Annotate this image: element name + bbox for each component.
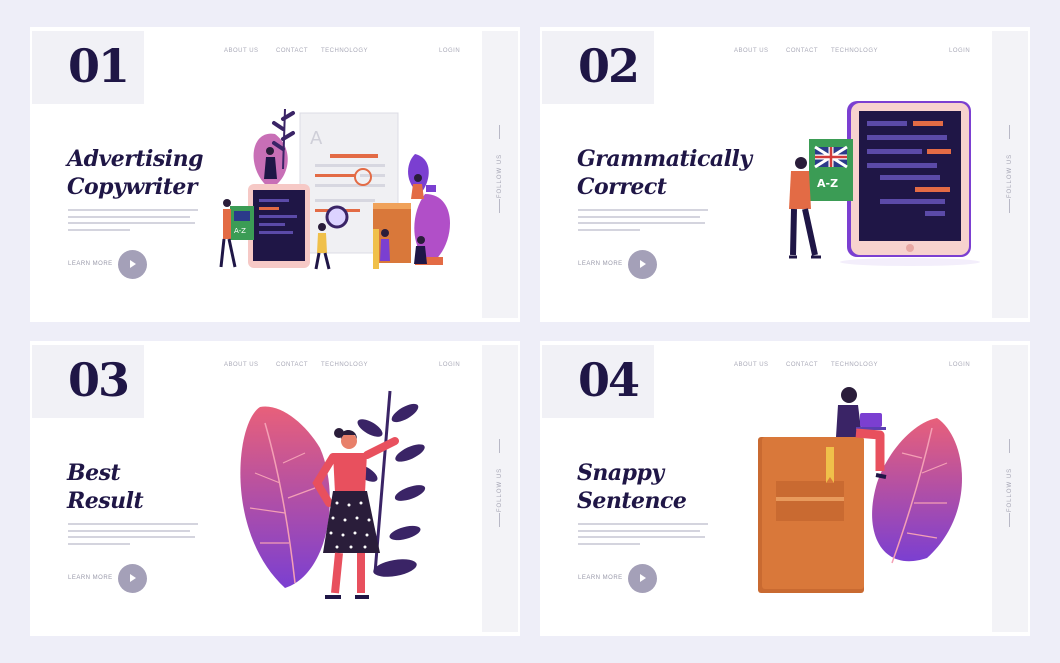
card-number: 02	[578, 39, 640, 93]
play-button[interactable]	[628, 564, 657, 593]
dictionary-label: A-Z	[817, 177, 838, 190]
title-line: Snappy	[577, 460, 664, 486]
title-line: Sentence	[577, 488, 687, 514]
divider	[499, 513, 500, 527]
follow-us-link[interactable]: FOLLOW US	[1007, 154, 1013, 198]
number-box: 04	[542, 345, 654, 418]
snappy-sentence-illustration	[752, 383, 977, 598]
landing-card-advertising-copywriter: 01 ABOUT US CONTACT TECHNOLOGY LOGIN FOL…	[30, 27, 520, 322]
title-line: Result	[67, 488, 144, 514]
document-letter: A	[310, 128, 323, 149]
grammar-tablet-illustration: A-Z	[785, 97, 980, 302]
page-title: Grammatically Correct	[577, 145, 752, 201]
play-button[interactable]	[118, 250, 147, 279]
title-line: Correct	[577, 174, 667, 200]
follow-us-link[interactable]: FOLLOW US	[497, 468, 503, 512]
landing-card-snappy-sentence: 04 ABOUT US CONTACT TECHNOLOGY LOGIN FOL…	[540, 341, 1030, 636]
social-sidebar: FOLLOW US	[992, 31, 1028, 318]
placeholder-text	[68, 523, 198, 549]
learn-more-link[interactable]: LEARN MORE	[68, 261, 113, 267]
nav-technology[interactable]: TECHNOLOGY	[831, 362, 878, 368]
number-box: 03	[32, 345, 144, 418]
dictionary-label: A-Z	[234, 227, 246, 235]
title-line: Advertising	[67, 146, 203, 172]
nav-about-us[interactable]: ABOUT US	[734, 48, 769, 54]
number-box: 01	[32, 31, 144, 104]
card-number: 04	[578, 353, 640, 407]
divider	[499, 199, 500, 213]
nav-about-us[interactable]: ABOUT US	[734, 362, 769, 368]
social-sidebar: FOLLOW US	[992, 345, 1028, 632]
nav-technology[interactable]: TECHNOLOGY	[321, 48, 368, 54]
social-sidebar: FOLLOW US	[482, 345, 518, 632]
divider	[1009, 439, 1010, 453]
number-box: 02	[542, 31, 654, 104]
social-sidebar: FOLLOW US	[482, 31, 518, 318]
best-result-illustration	[225, 383, 455, 608]
page-title: Advertising Copywriter	[67, 145, 203, 201]
divider	[1009, 513, 1010, 527]
nav-about-us[interactable]: ABOUT US	[224, 48, 259, 54]
learn-more-link[interactable]: LEARN MORE	[578, 575, 623, 581]
nav-technology[interactable]: TECHNOLOGY	[831, 48, 878, 54]
play-button[interactable]	[118, 564, 147, 593]
nav-contact[interactable]: CONTACT	[786, 362, 818, 368]
placeholder-text	[578, 523, 708, 549]
nav-login[interactable]: LOGIN	[949, 48, 970, 54]
learn-more-link[interactable]: LEARN MORE	[578, 261, 623, 267]
nav-login[interactable]: LOGIN	[949, 362, 970, 368]
nav-login[interactable]: LOGIN	[439, 362, 460, 368]
divider	[1009, 125, 1010, 139]
nav-login[interactable]: LOGIN	[439, 48, 460, 54]
follow-us-link[interactable]: FOLLOW US	[497, 154, 503, 198]
nav-contact[interactable]: CONTACT	[276, 48, 308, 54]
page-title: Snappy Sentence	[577, 459, 687, 515]
placeholder-text	[578, 209, 708, 235]
landing-card-best-result: 03 ABOUT US CONTACT TECHNOLOGY LOGIN FOL…	[30, 341, 520, 636]
landing-card-grammatically-correct: 02 ABOUT US CONTACT TECHNOLOGY LOGIN FOL…	[540, 27, 1030, 322]
nav-about-us[interactable]: ABOUT US	[224, 362, 259, 368]
follow-us-link[interactable]: FOLLOW US	[1007, 468, 1013, 512]
divider	[499, 439, 500, 453]
nav-technology[interactable]: TECHNOLOGY	[321, 362, 368, 368]
card-number: 03	[68, 353, 130, 407]
divider	[499, 125, 500, 139]
learn-more-link[interactable]: LEARN MORE	[68, 575, 113, 581]
placeholder-text	[68, 209, 198, 235]
card-number: 01	[68, 39, 130, 93]
nav-contact[interactable]: CONTACT	[276, 362, 308, 368]
play-button[interactable]	[628, 250, 657, 279]
divider	[1009, 199, 1010, 213]
nav-contact[interactable]: CONTACT	[786, 48, 818, 54]
title-line: Grammatically	[577, 146, 752, 172]
page-title: Best Result	[67, 459, 144, 515]
title-line: Best	[67, 460, 121, 486]
title-line: Copywriter	[67, 174, 197, 200]
copywriter-illustration: A A-Z	[215, 99, 465, 304]
